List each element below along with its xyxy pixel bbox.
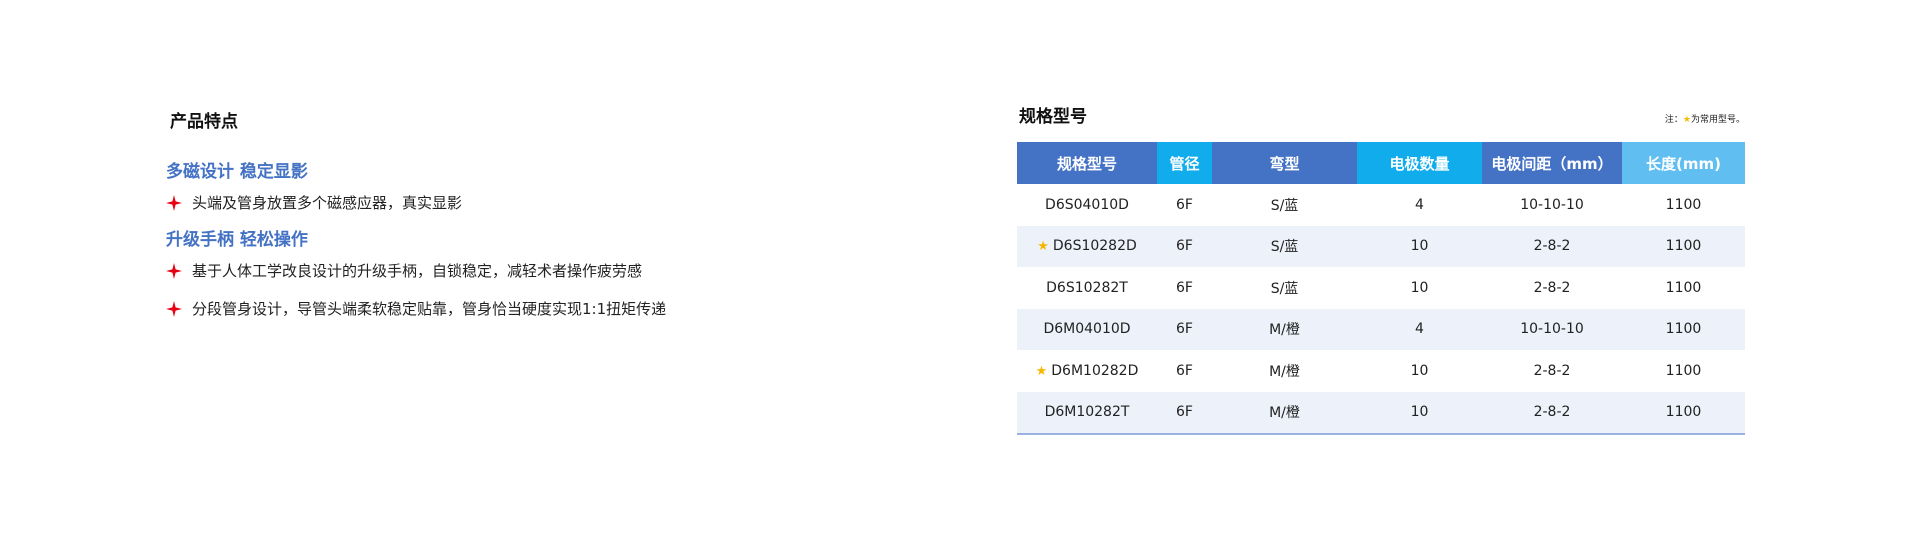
- cell-model: D6M04010D: [1017, 308, 1157, 350]
- cell-length: 1100: [1665, 362, 1702, 379]
- cell-length: 1100: [1622, 225, 1745, 267]
- cell-spacing: 2-8-2: [1482, 225, 1622, 267]
- feature-bullet: 基于人体工学改良设计的升级手柄，自锁稳定，减轻术者操作疲劳感: [166, 260, 642, 281]
- model-text: D6S04010D: [1045, 196, 1129, 213]
- cell-spacing: 2-8-2: [1533, 362, 1571, 379]
- features-title: 产品特点: [170, 112, 238, 132]
- table-row: D6S10282T 6F S/蓝 10 2-8-2 1100: [1017, 267, 1745, 309]
- star-icon: ★: [1035, 363, 1048, 379]
- cell-diameter: 6F: [1157, 308, 1212, 350]
- spec-note: 注：★为常用型号。: [1665, 112, 1745, 125]
- column-header-spacing: 电极间距（mm）: [1482, 142, 1622, 184]
- cell-electrodes: 10: [1357, 225, 1482, 267]
- column-header-electrodes: 电极数量: [1357, 142, 1482, 184]
- model-text: D6M10282D: [1051, 362, 1139, 379]
- table-row: ★ D6S10282D 6F S/蓝 10 2-8-2 1100: [1017, 225, 1745, 267]
- table-row: D6M04010D 6F M/橙 4 10-10-10 1100: [1017, 308, 1745, 350]
- table-row: D6M10282T 6F M/橙 10 2-8-2 1100: [1017, 391, 1745, 435]
- cell-diameter: 6F: [1176, 362, 1193, 379]
- star-icon: ★: [1037, 239, 1049, 255]
- cell-length: 1100: [1622, 391, 1745, 435]
- cell-diameter: 6F: [1157, 225, 1212, 267]
- feature-bullet: 头端及管身放置多个磁感应器，真实显影: [166, 192, 462, 213]
- model-text: D6M10282T: [1044, 404, 1130, 421]
- spec-note-prefix: 注：: [1664, 115, 1683, 125]
- cell-length: 1100: [1665, 196, 1702, 213]
- cell-model: D6S04010D: [1017, 184, 1157, 226]
- cell-model: ★ D6M10282D: [1017, 350, 1157, 392]
- model-text: D6M04010D: [1043, 321, 1131, 338]
- feature-bullet-text: 头端及管身放置多个磁感应器，真实显影: [192, 194, 463, 212]
- spec-title: 规格型号: [1019, 107, 1087, 127]
- cell-electrodes: 10: [1410, 279, 1429, 296]
- cell-diameter: 6F: [1176, 279, 1193, 296]
- red-four-point-star-icon: [166, 262, 182, 279]
- spec-note-suffix: 为常用型号。: [1690, 115, 1745, 125]
- star-icon: ★: [1682, 115, 1691, 125]
- cell-curve: M/橙: [1212, 391, 1357, 435]
- cell-electrodes: 10: [1410, 362, 1429, 379]
- spec-table: 规格型号 管径 弯型 电极数量 电极间距（mm） 长度(mm) D6S04010…: [1017, 142, 1745, 435]
- cell-diameter: 6F: [1176, 196, 1193, 213]
- cell-model: D6S10282T: [1017, 267, 1157, 309]
- cell-diameter: 6F: [1157, 391, 1212, 435]
- cell-length: 1100: [1622, 308, 1745, 350]
- cell-model: ★ D6S10282D: [1017, 225, 1157, 267]
- table-row: D6S04010D 6F S/蓝 4 10-10-10 1100: [1017, 184, 1745, 226]
- table-header-row: 规格型号 管径 弯型 电极数量 电极间距（mm） 长度(mm): [1017, 142, 1745, 184]
- cell-electrodes: 10: [1357, 391, 1482, 435]
- column-header-model: 规格型号: [1017, 142, 1157, 184]
- feature-bullet-text: 分段管身设计，导管头端柔软稳定贴靠，管身恰当硬度实现1:1扭矩传递: [192, 300, 667, 318]
- column-header-length: 长度(mm): [1622, 142, 1745, 184]
- column-header-curve: 弯型: [1212, 142, 1357, 184]
- cell-curve: S/蓝: [1270, 280, 1299, 297]
- model-text: D6S10282T: [1046, 279, 1128, 296]
- cell-spacing: 2-8-2: [1482, 391, 1622, 435]
- cell-curve: S/蓝: [1212, 225, 1357, 267]
- feature-heading-handle: 升级手柄 轻松操作: [166, 230, 308, 250]
- cell-electrodes: 4: [1415, 196, 1424, 213]
- cell-spacing: 10-10-10: [1520, 196, 1584, 213]
- cell-model: D6M10282T: [1017, 391, 1157, 435]
- model-text: D6S10282D: [1052, 238, 1137, 255]
- cell-curve: S/蓝: [1270, 197, 1299, 214]
- cell-spacing: 2-8-2: [1533, 279, 1571, 296]
- feature-heading-magnetic: 多磁设计 稳定显影: [166, 162, 308, 182]
- feature-bullet: 分段管身设计，导管头端柔软稳定贴靠，管身恰当硬度实现1:1扭矩传递: [166, 298, 666, 319]
- cell-curve: M/橙: [1269, 363, 1300, 380]
- table-row: ★ D6M10282D 6F M/橙 10 2-8-2 1100: [1017, 350, 1745, 392]
- cell-electrodes: 4: [1357, 308, 1482, 350]
- red-four-point-star-icon: [166, 194, 182, 211]
- column-header-diameter: 管径: [1157, 142, 1212, 184]
- cell-curve: M/橙: [1212, 308, 1357, 350]
- red-four-point-star-icon: [166, 300, 182, 317]
- cell-length: 1100: [1665, 279, 1702, 296]
- feature-bullet-text: 基于人体工学改良设计的升级手柄，自锁稳定，减轻术者操作疲劳感: [192, 262, 643, 280]
- cell-spacing: 10-10-10: [1482, 308, 1622, 350]
